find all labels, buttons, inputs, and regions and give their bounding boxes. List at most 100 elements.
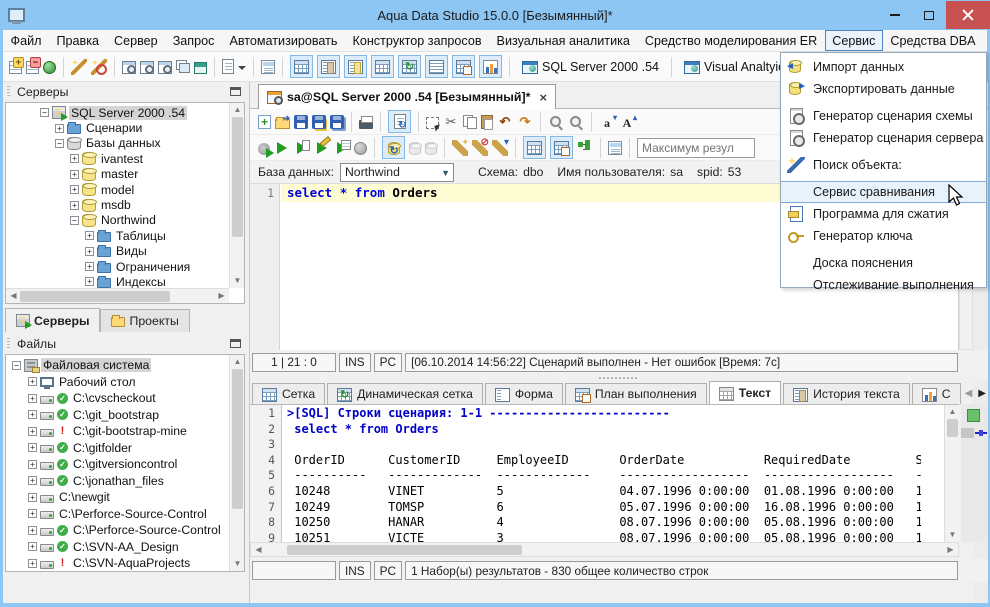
view-chart-toggle[interactable] [479,55,502,78]
panel-tab-Серверы[interactable]: Серверы [5,308,100,332]
expand-icon[interactable]: + [28,559,37,568]
run-edit-icon[interactable] [314,140,330,156]
menu-item-Экспортировать данные[interactable]: Экспортировать данные [781,78,986,100]
tree-item[interactable]: +Индексы [6,274,229,288]
reload-file-toggle[interactable] [388,110,411,133]
menu-item-Отслеживание выполнения[interactable]: Отслеживание выполнения [781,274,986,296]
autocommit-toggle[interactable] [382,136,405,159]
tree-item[interactable]: +model [6,182,229,197]
results-tab-План выполнения[interactable]: План выполнения [565,383,707,404]
result-tree-toggle[interactable] [550,136,573,159]
expand-icon[interactable]: + [85,262,94,271]
scroll-left-icon[interactable]: ◀ [6,289,21,303]
query-browser-icon[interactable] [140,61,154,74]
scroll-left-icon[interactable]: ◀ [251,543,266,557]
tree-item[interactable]: +Виды [6,244,229,259]
tree-item[interactable]: +C:\gitversioncontrol [6,456,229,473]
view-refresh-grid-toggle[interactable] [398,55,421,78]
new-document-icon[interactable] [222,59,234,74]
scroll-thumb[interactable] [232,117,243,237]
collapse-icon[interactable]: − [55,139,64,148]
expand-icon[interactable]: + [28,410,37,419]
expand-icon[interactable]: + [28,460,37,469]
tree-item[interactable]: +C:\git-bootstrap-mine [6,423,229,440]
scroll-down-icon[interactable]: ▼ [230,557,245,571]
select-region-icon[interactable] [426,117,439,129]
expand-icon[interactable]: + [85,277,94,286]
reconnect-icon[interactable] [492,140,508,156]
cut-icon[interactable] [443,114,459,130]
wand-detach-icon[interactable] [91,59,107,75]
history-log-icon[interactable] [608,141,622,155]
undock-icon[interactable] [230,87,241,96]
view-table-toggle[interactable] [371,55,394,78]
files-vscrollbar[interactable]: ▲ ▼ [229,355,244,571]
expand-icon[interactable]: + [28,443,37,452]
undo-icon[interactable] [497,114,513,130]
run-export-icon[interactable] [334,140,350,156]
minimize-button[interactable] [878,1,912,29]
menu-item-Визуальная аналитика[interactable]: Визуальная аналитика [489,30,637,51]
close-button[interactable] [946,1,990,29]
menu-item-Файл[interactable]: Файл [3,30,49,51]
scroll-thumb[interactable] [947,419,958,437]
paste-icon[interactable] [481,115,493,129]
tree-item[interactable]: +C:\cvscheckout [6,390,229,407]
menu-item-Импорт данных[interactable]: Импорт данных [781,56,986,78]
commit-icon[interactable] [409,142,421,155]
expand-icon[interactable]: + [28,476,37,485]
script-document-icon[interactable] [261,60,275,74]
collapse-icon[interactable]: − [12,361,21,370]
menu-item-Окно[interactable]: Окно [983,30,987,51]
menu-item-Средства DBA[interactable]: Средства DBA [883,30,983,51]
expand-icon[interactable]: + [28,493,37,502]
tree-item[interactable]: +C:\jonathan_files [6,473,229,490]
expand-icon[interactable]: + [28,526,37,535]
tree-item[interactable]: +C:\git_bootstrap [6,407,229,424]
maximize-button[interactable] [912,1,946,29]
panel-tab-Проекты[interactable]: Проекты [100,309,189,332]
tree-item[interactable]: +C:\newgit [6,489,229,506]
dropdown-arrow-icon[interactable] [238,59,246,75]
tab-prev-icon[interactable]: ◀ [965,388,973,399]
menu-item-Запрос[interactable]: Запрос [165,30,222,51]
view-grid-toggle[interactable] [290,55,313,78]
font-increase-icon[interactable]: A [619,114,635,130]
expand-icon[interactable]: + [28,377,37,386]
wand-attach-icon[interactable] [71,59,87,75]
font-decrease-icon[interactable]: a [599,114,615,130]
menu-item-Генератор ключа[interactable]: Генератор ключа [781,225,986,247]
results-hscrollbar[interactable]: ◀ ▶ [250,542,959,557]
tree-item[interactable]: +C:\Perforce-Source-Control [6,522,229,539]
tree-item[interactable]: −Базы данных [6,136,229,151]
max-results-input[interactable] [637,138,755,158]
menu-item-Генератор сценария сервера[interactable]: Генератор сценария сервера [781,127,986,149]
results-tab-С[interactable]: С [912,383,961,404]
menu-item-Доска пояснения[interactable]: Доска пояснения [781,252,986,274]
tree-item[interactable]: +ivantest [6,151,229,166]
expand-icon[interactable]: + [70,154,79,163]
scroll-up-icon[interactable]: ▲ [230,103,245,117]
scroll-thumb[interactable] [287,545,522,555]
view-list-toggle[interactable] [425,55,448,78]
menu-item-Генератор сценария схемы[interactable]: Генератор сценария схемы [781,105,986,127]
cascade-windows-icon[interactable] [179,63,190,73]
connect-server-icon[interactable] [43,61,56,74]
save-icon[interactable] [294,115,308,129]
view-detail-toggle[interactable] [344,55,367,78]
open-file-icon[interactable] [275,119,290,129]
menu-item-Правка[interactable]: Правка [49,30,107,51]
results-text-area[interactable]: 123456789 >[SQL] Строки сценария: 1-1 --… [250,404,959,542]
database-select[interactable]: Northwind ▼ [340,163,454,182]
collapse-icon[interactable]: − [70,216,79,225]
tab-close-icon[interactable]: × [539,90,547,105]
tree-item[interactable]: −Northwind [6,213,229,228]
expand-icon[interactable]: + [70,201,79,210]
document-tab[interactable]: sa@SQL Server 2000 .54 [Безымянный]* × [258,84,556,109]
scroll-thumb[interactable] [20,291,170,302]
explain-tree-icon[interactable] [577,140,593,156]
expand-icon[interactable]: + [28,542,37,551]
tab-next-icon[interactable]: ▶ [978,388,986,399]
collapse-icon[interactable]: − [40,108,49,117]
run-icon[interactable] [274,140,290,156]
